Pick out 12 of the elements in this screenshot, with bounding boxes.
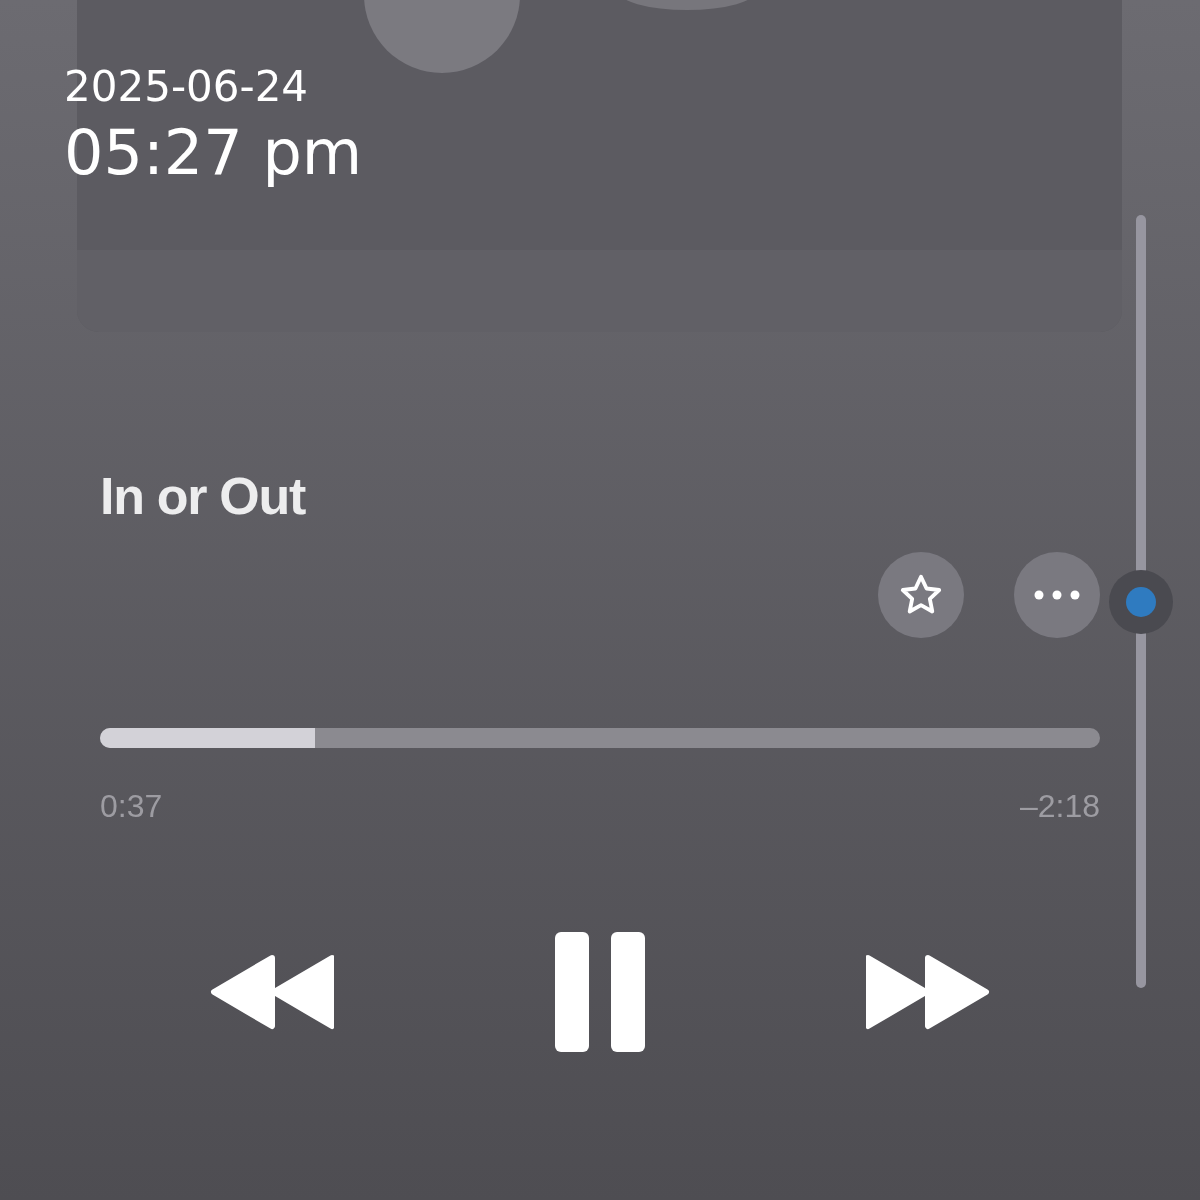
track-title: In or Out <box>100 470 307 522</box>
play-pause-button[interactable] <box>553 930 647 1054</box>
forward-button[interactable] <box>866 954 990 1030</box>
remaining-time: –2:18 <box>1019 790 1100 822</box>
ellipsis-icon <box>1034 590 1080 600</box>
date-text: 2025-06-24 <box>64 66 310 108</box>
pause-icon <box>553 930 647 1054</box>
fast-forward-icon <box>866 954 990 1030</box>
rewind-button[interactable] <box>210 954 334 1030</box>
volume-slider[interactable] <box>1109 215 1173 988</box>
rewind-icon <box>210 954 334 1030</box>
elapsed-time: 0:37 <box>100 790 163 822</box>
